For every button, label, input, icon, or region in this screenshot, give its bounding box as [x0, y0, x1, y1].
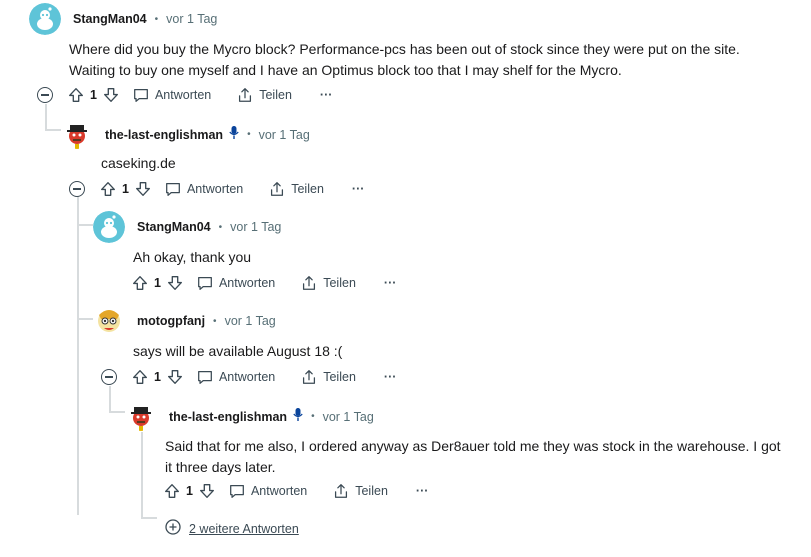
downvote-icon[interactable] — [166, 368, 184, 386]
share-button[interactable]: Teilen — [332, 482, 388, 500]
username[interactable]: StangMan04 — [137, 220, 211, 234]
thread-line — [141, 517, 157, 519]
separator: • — [247, 129, 251, 140]
share-button[interactable]: Teilen — [300, 368, 356, 386]
more-options-icon[interactable]: ··· — [384, 276, 397, 290]
avatar[interactable] — [125, 399, 157, 431]
comment-meta: the-last-englishman • vor 1 Tag — [105, 126, 310, 143]
collapse-thread-button[interactable] — [37, 87, 53, 103]
comment-actions: 1 Antworten Teilen ··· — [131, 271, 396, 295]
separator: • — [218, 221, 223, 233]
username[interactable]: the-last-englishman — [169, 410, 287, 424]
avatar[interactable] — [29, 3, 61, 35]
comment-text-line: says will be available August 18 :( — [133, 343, 343, 359]
comment-actions: 1 Antworten Teilen ··· — [163, 479, 428, 503]
vote-count: 1 — [122, 182, 129, 196]
vote-count: 1 — [186, 484, 193, 498]
upvote-icon[interactable] — [163, 482, 181, 500]
vote-count: 1 — [154, 370, 161, 384]
upvote-icon[interactable] — [67, 86, 85, 104]
avatar[interactable] — [61, 117, 93, 149]
more-options-icon[interactable]: ··· — [352, 182, 365, 196]
reply-button[interactable]: Antworten — [196, 274, 275, 292]
thread-line — [141, 432, 143, 518]
separator: • — [213, 315, 217, 327]
comment-body: Where did you buy the Mycro block? Perfo… — [69, 39, 740, 81]
reply-button[interactable]: Antworten — [196, 368, 275, 386]
comment-text-line: caseking.de — [101, 155, 176, 171]
share-icon — [303, 370, 316, 384]
upvote-icon[interactable] — [131, 368, 149, 386]
comment-icon — [166, 182, 180, 196]
timestamp: vor 1 Tag — [230, 220, 282, 234]
username[interactable]: motogpfanj — [137, 314, 205, 328]
share-icon — [271, 182, 284, 196]
separator: • — [154, 13, 159, 25]
comment-text-line: Ah okay, thank you — [133, 249, 252, 265]
share-icon — [239, 88, 252, 102]
comment-text-line: it three days later. — [165, 459, 276, 475]
collapse-thread-button[interactable] — [101, 369, 117, 385]
comment-actions: 1 Antworten Teilen ··· — [67, 83, 332, 107]
avatar[interactable] — [93, 305, 125, 337]
comment-icon — [198, 370, 212, 384]
more-options-icon[interactable]: ··· — [384, 370, 397, 384]
share-button[interactable]: Teilen — [268, 180, 324, 198]
downvote-icon[interactable] — [134, 180, 152, 198]
thread-line — [109, 411, 125, 413]
upvote-icon[interactable] — [99, 180, 117, 198]
upvote-icon[interactable] — [131, 274, 149, 292]
thread-line — [77, 318, 93, 320]
timestamp: vor 1 Tag — [224, 314, 276, 328]
thread-line — [45, 104, 47, 130]
comment-body: says will be available August 18 :( — [133, 341, 342, 362]
comment-body: Ah okay, thank you — [133, 247, 251, 268]
comment-body: Said that for me also, I ordered anyway … — [165, 436, 781, 478]
thread-line — [45, 129, 61, 131]
thread-line — [77, 197, 79, 515]
comment-actions: 1 Antworten Teilen ··· — [99, 177, 364, 201]
reply-button[interactable]: Antworten — [132, 86, 211, 104]
thread-line — [109, 386, 111, 412]
comment-text-line: Said that for me also, I ordered anyway … — [165, 438, 781, 454]
downvote-icon[interactable] — [102, 86, 120, 104]
timestamp: vor 1 Tag — [166, 12, 218, 26]
more-replies-link[interactable]: 2 weitere Antworten — [165, 519, 299, 538]
more-options-icon[interactable]: ··· — [416, 484, 429, 498]
more-options-icon[interactable]: ··· — [320, 88, 333, 102]
vote-count: 1 — [90, 88, 97, 102]
comment-meta: StangMan04 • vor 1 Tag — [73, 12, 217, 26]
username[interactable]: StangMan04 — [73, 12, 147, 26]
comment-meta: the-last-englishman • vor 1 Tag — [169, 408, 374, 425]
share-icon — [335, 484, 348, 498]
share-button[interactable]: Teilen — [300, 274, 356, 292]
comment-icon — [198, 276, 212, 290]
share-button[interactable]: Teilen — [236, 86, 292, 104]
comment-text-line: Where did you buy the Mycro block? Perfo… — [69, 41, 740, 57]
downvote-icon[interactable] — [198, 482, 216, 500]
vote-count: 1 — [154, 276, 161, 290]
separator: • — [311, 411, 315, 422]
reply-button[interactable]: Antworten — [164, 180, 243, 198]
reply-button[interactable]: Antworten — [228, 482, 307, 500]
comment-body: caseking.de — [101, 153, 176, 174]
timestamp: vor 1 Tag — [322, 409, 374, 424]
collapse-thread-button[interactable] — [69, 181, 85, 197]
microphone-icon — [293, 408, 303, 425]
comment-meta: StangMan04 • vor 1 Tag — [137, 220, 281, 234]
downvote-icon[interactable] — [166, 274, 184, 292]
comment-icon — [230, 484, 244, 498]
share-icon — [303, 276, 316, 290]
comment-meta: motogpfanj • vor 1 Tag — [137, 314, 276, 328]
comment-text-line: Waiting to buy one myself and I have an … — [69, 62, 622, 78]
comment-icon — [134, 88, 148, 102]
microphone-icon — [229, 126, 239, 143]
more-replies-label[interactable]: 2 weitere Antworten — [189, 522, 299, 536]
plus-circle-icon — [165, 519, 181, 538]
comment-actions: 1 Antworten Teilen ··· — [131, 365, 396, 389]
timestamp: vor 1 Tag — [258, 127, 310, 142]
thread-line — [77, 224, 93, 226]
username[interactable]: the-last-englishman — [105, 128, 223, 142]
avatar[interactable] — [93, 211, 125, 243]
